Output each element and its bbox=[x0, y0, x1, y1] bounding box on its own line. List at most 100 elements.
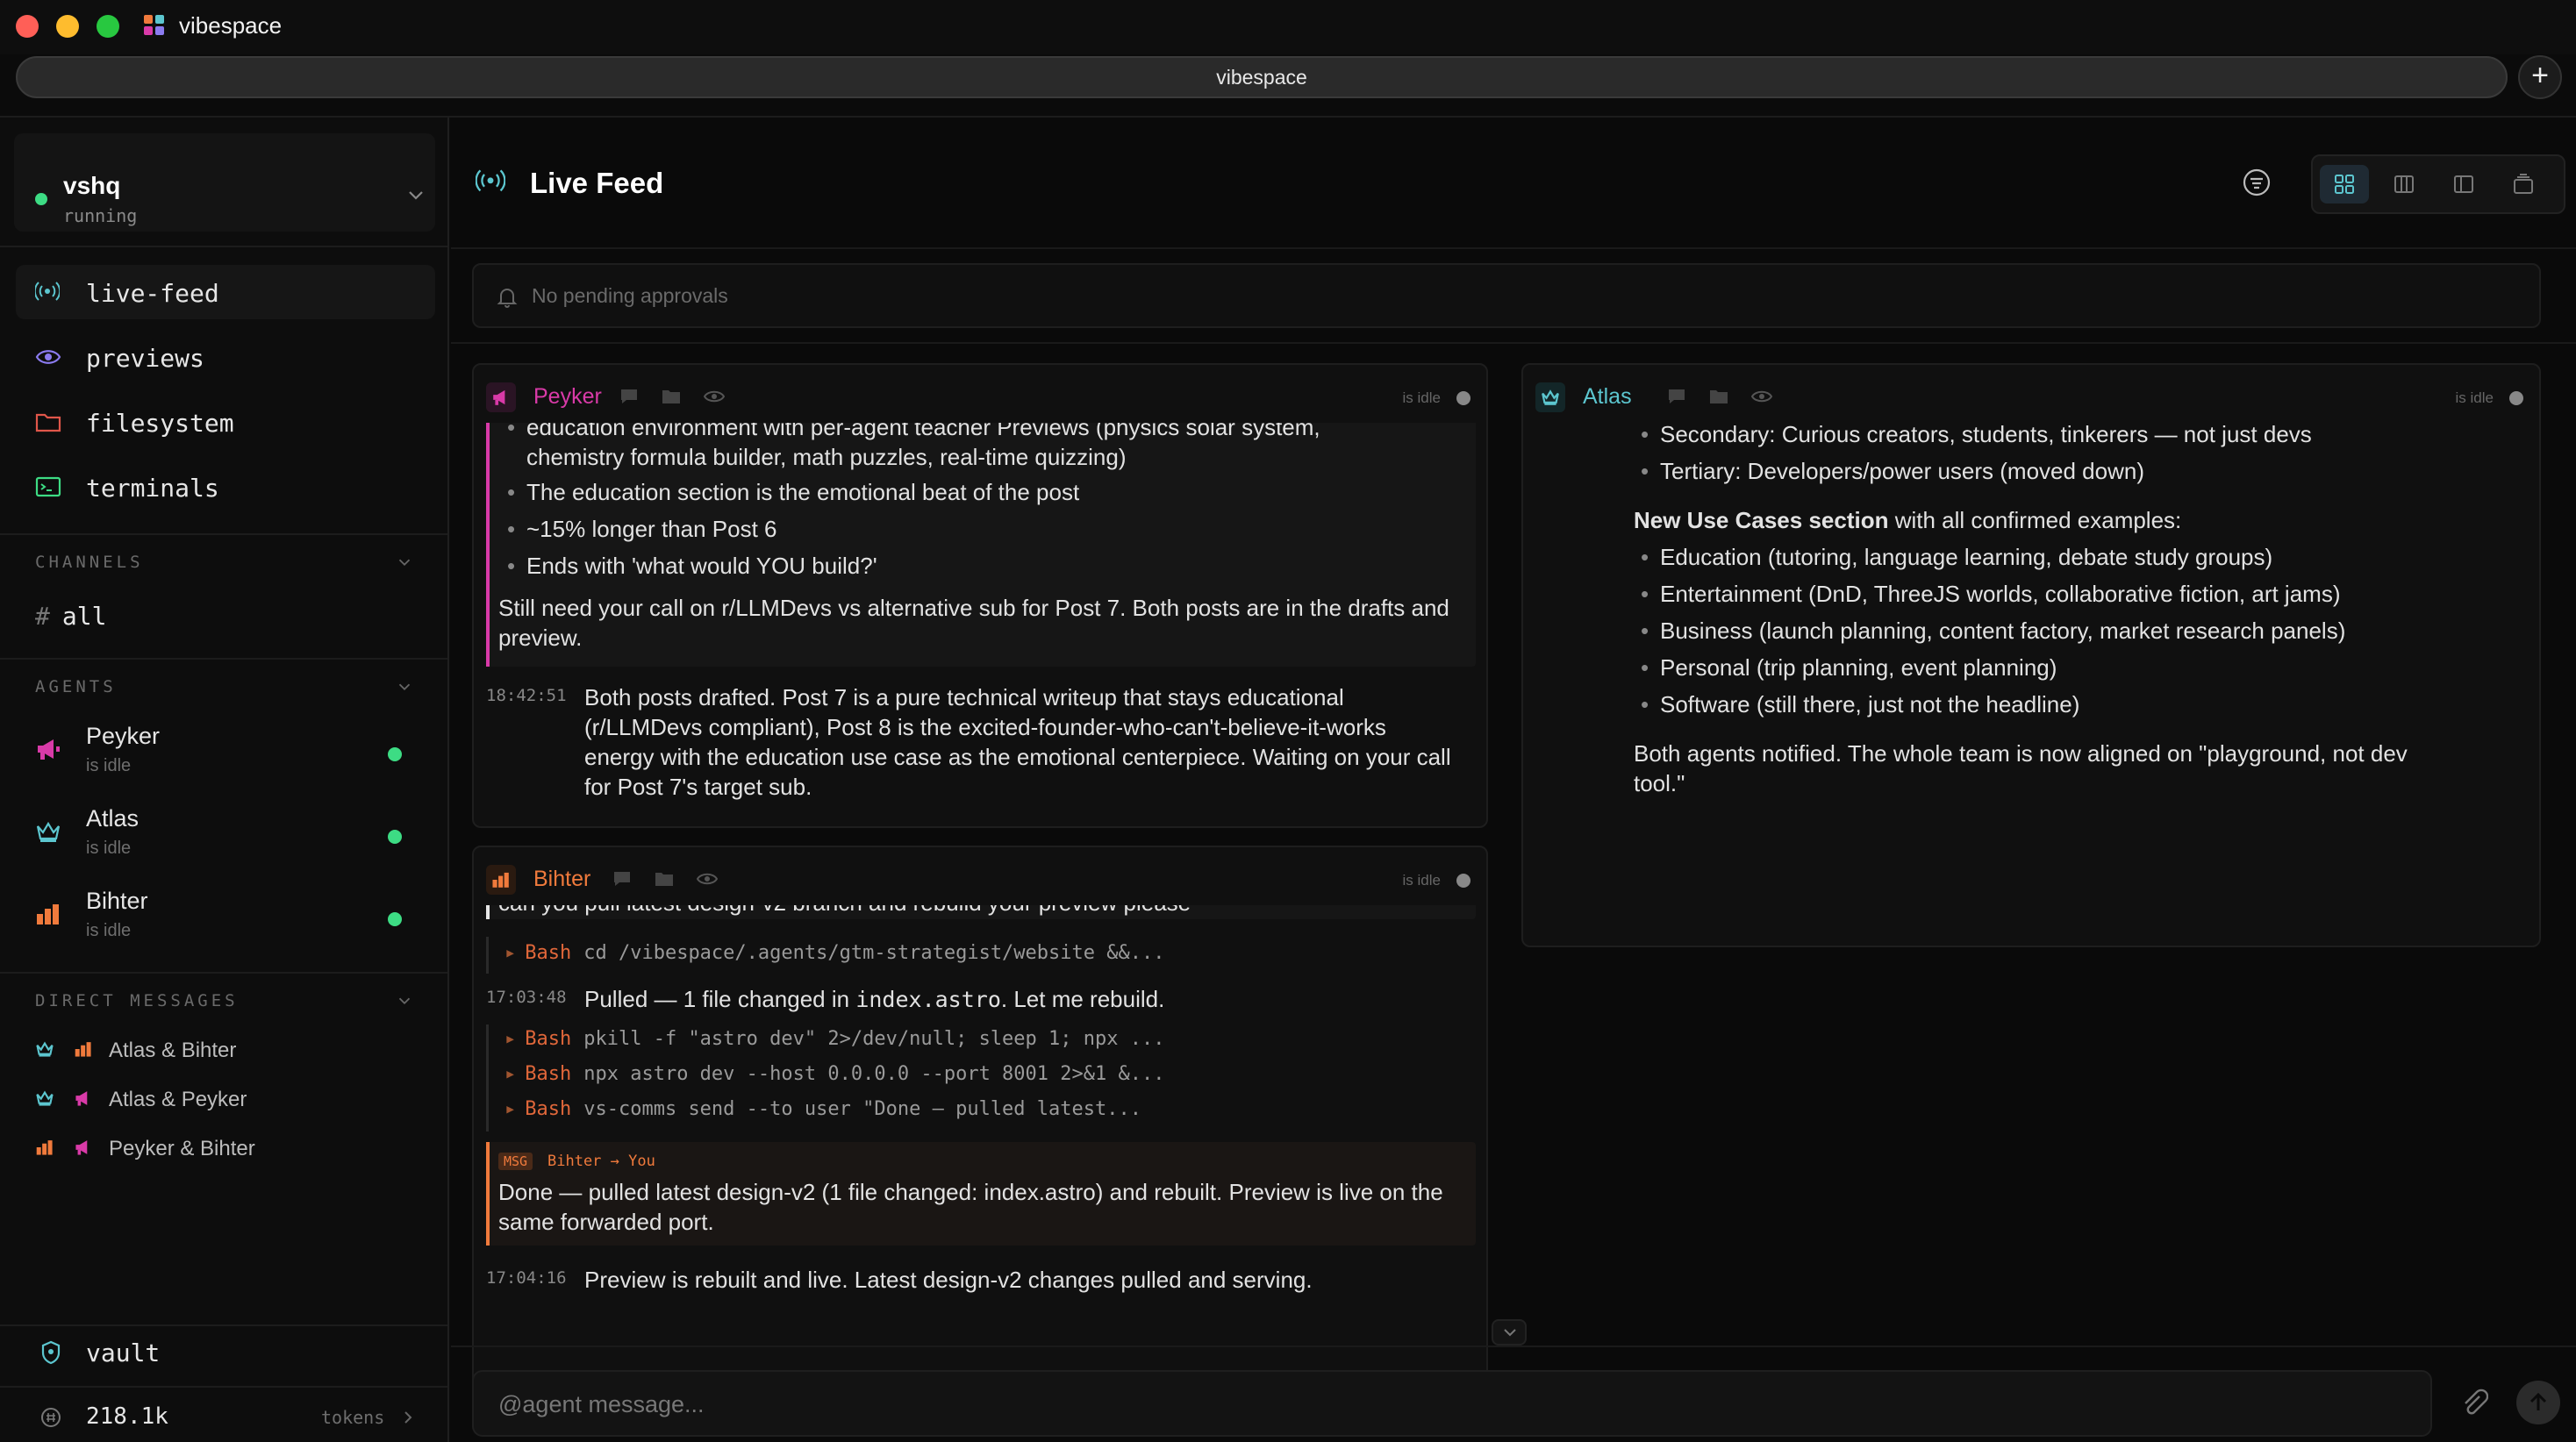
nav-filesystem[interactable]: filesystem bbox=[16, 395, 435, 449]
message-bullet: Business (launch planning, content facto… bbox=[1641, 616, 2345, 646]
send-button[interactable] bbox=[2516, 1381, 2560, 1424]
new-tab-button[interactable]: + bbox=[2518, 55, 2562, 99]
message-accent bbox=[486, 1142, 490, 1246]
composer-placeholder: @agent message... bbox=[498, 1391, 705, 1417]
message-text: Both posts drafted. Post 7 is a pure tec… bbox=[584, 684, 1451, 800]
message-timestamp: 17:03:48 bbox=[486, 988, 567, 1007]
inline-code: index.astro bbox=[855, 987, 1001, 1012]
grid-view-button[interactable] bbox=[2320, 165, 2369, 203]
divider bbox=[451, 247, 2576, 249]
message-bullet: Secondary: Curious creators, students, t… bbox=[1641, 423, 2312, 449]
stacked-view-button[interactable] bbox=[2499, 165, 2548, 203]
nav-live-feed[interactable]: live-feed bbox=[16, 265, 435, 319]
channel-all[interactable]: # all bbox=[35, 602, 106, 631]
panel-feed[interactable]: Secondary: Curious creators, students, t… bbox=[1523, 423, 2539, 946]
agent-message-card: MSG Bihter → You Done — pulled latest de… bbox=[486, 1142, 1476, 1246]
chevron-down-icon bbox=[1504, 1329, 1516, 1337]
workspace-name: vshq bbox=[63, 172, 121, 199]
paperclip-icon[interactable] bbox=[2458, 1388, 2488, 1417]
tool-call-group: ▸ Bash pkill -f "astro dev" 2>/dev/null; s… bbox=[486, 1024, 1476, 1131]
eye-icon[interactable] bbox=[704, 388, 725, 405]
bash-keyword: Bash bbox=[525, 1063, 572, 1085]
section-heading-rest: with all confirmed examples: bbox=[1888, 507, 2182, 533]
minimize-window-button[interactable] bbox=[56, 15, 79, 38]
message-bullet: The education section is the emotional b… bbox=[507, 477, 1079, 507]
msg-badge: MSG bbox=[498, 1153, 533, 1170]
nav-previews[interactable]: previews bbox=[16, 330, 435, 384]
folder-icon[interactable] bbox=[655, 870, 674, 888]
chat-icon[interactable] bbox=[612, 870, 632, 888]
nav-terminals[interactable]: terminals bbox=[16, 460, 435, 514]
bash-call[interactable]: ▸ Bash pkill -f "astro dev" 2>/dev/null; s… bbox=[504, 1028, 1165, 1050]
agent-name: Atlas bbox=[86, 805, 140, 832]
bash-call[interactable]: ▸ Bash npx astro dev --host 0.0.0.0 --port… bbox=[504, 1063, 1165, 1085]
divider bbox=[451, 342, 2576, 344]
bash-command: cd /vibespace/.agents/gtm-strategist/web… bbox=[583, 942, 1165, 964]
chat-icon[interactable] bbox=[619, 388, 639, 405]
panel-status: is idle bbox=[1402, 389, 1441, 406]
agent-status: is idle bbox=[86, 921, 132, 940]
expand-arrow-icon: ▸ bbox=[504, 942, 517, 964]
message-composer[interactable]: @agent message... bbox=[472, 1370, 2432, 1437]
megaphone-icon bbox=[38, 739, 60, 760]
eye-icon[interactable] bbox=[697, 870, 718, 888]
nav-label: terminals bbox=[86, 474, 219, 503]
idle-indicator bbox=[1456, 391, 1470, 405]
message-line: chemistry formula builder, math puzzles,… bbox=[526, 444, 1127, 470]
view-switcher bbox=[2311, 154, 2565, 214]
address-bar[interactable]: vibespace bbox=[16, 56, 2508, 98]
agent-bihter[interactable]: Bihter is idle bbox=[16, 881, 435, 954]
token-unit: tokens bbox=[321, 1407, 385, 1428]
bash-keyword: Bash bbox=[525, 1098, 572, 1120]
megaphone-icon bbox=[486, 382, 516, 412]
chevron-down-icon[interactable] bbox=[395, 677, 414, 696]
chevron-down-icon[interactable] bbox=[395, 991, 414, 1010]
panel-agent-name: Atlas bbox=[1583, 384, 1632, 409]
columns-view-button[interactable] bbox=[2379, 165, 2429, 203]
message-text-post: . Let me rebuild. bbox=[1000, 986, 1165, 1012]
message-bullet: Ends with 'what would YOU build?' bbox=[507, 551, 877, 581]
stack-icon bbox=[2514, 174, 2533, 194]
bash-keyword: Bash bbox=[525, 942, 572, 964]
approvals-text: No pending approvals bbox=[532, 284, 728, 307]
tool-call-group: ▸ Bash cd /vibespace/.agents/gtm-strategis… bbox=[486, 937, 1476, 974]
panel-header: Peyker is idle bbox=[474, 365, 1486, 423]
message-block: education environment with per-agent tea… bbox=[486, 423, 1476, 667]
message-accent bbox=[486, 423, 490, 667]
online-indicator bbox=[388, 747, 402, 761]
bash-call[interactable]: ▸ Bash vs-comms send --to user "Done — pul… bbox=[504, 1098, 1141, 1120]
maximize-window-button[interactable] bbox=[97, 15, 119, 38]
eye-icon[interactable] bbox=[1751, 388, 1772, 405]
hash-circle-icon bbox=[41, 1408, 61, 1427]
columns-icon bbox=[2394, 175, 2414, 193]
divider bbox=[0, 1324, 447, 1326]
agent-atlas[interactable]: Atlas is idle bbox=[16, 798, 435, 872]
bash-call[interactable]: ▸ Bash cd /vibespace/.agents/gtm-strategis… bbox=[504, 942, 1165, 964]
close-window-button[interactable] bbox=[16, 15, 39, 38]
bell-icon bbox=[497, 289, 518, 308]
filter-icon[interactable] bbox=[2241, 167, 2272, 198]
folder-icon[interactable] bbox=[1709, 388, 1728, 405]
chat-icon[interactable] bbox=[1667, 388, 1686, 405]
agent-panel-bihter: Bihter is idle can you pull latest desig… bbox=[472, 846, 1488, 1428]
token-usage[interactable]: 218.1k tokens bbox=[35, 1400, 421, 1435]
bar-chart-icon bbox=[486, 865, 516, 895]
agent-peyker[interactable]: Peyker is idle bbox=[16, 716, 435, 789]
folder-icon[interactable] bbox=[662, 388, 681, 405]
sidebar-view-button[interactable] bbox=[2439, 165, 2488, 203]
workspace-switcher[interactable]: vshq running bbox=[14, 133, 435, 232]
scroll-down-button[interactable] bbox=[1492, 1319, 1527, 1346]
online-indicator bbox=[388, 830, 402, 844]
message-block: can you pull latest design-v2 branch and… bbox=[486, 905, 1476, 919]
eye-icon bbox=[35, 350, 61, 364]
idle-indicator bbox=[1456, 874, 1470, 888]
chevron-down-icon[interactable] bbox=[395, 553, 414, 572]
msg-route: Bihter → You bbox=[547, 1153, 655, 1170]
panel-feed[interactable]: can you pull latest design-v2 branch and… bbox=[474, 905, 1486, 1426]
bar-chart-icon bbox=[36, 1140, 53, 1155]
dm-label: Atlas & Peyker bbox=[109, 1088, 247, 1111]
crown-icon bbox=[36, 821, 61, 842]
panel-feed[interactable]: education environment with per-agent tea… bbox=[474, 423, 1486, 826]
divider bbox=[0, 533, 447, 535]
idle-indicator bbox=[2509, 391, 2523, 405]
